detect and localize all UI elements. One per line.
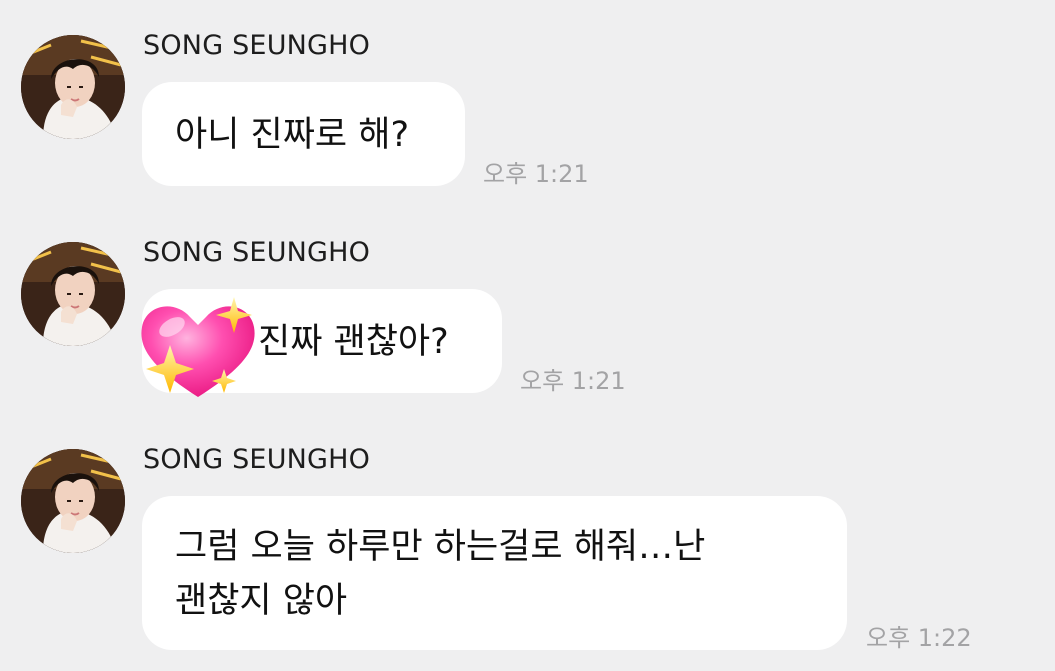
profile-photo-icon (21, 35, 125, 139)
sparkling-heart-emoji-icon (141, 297, 255, 397)
message-time: 오후 1:22 (866, 624, 972, 652)
message-text-line: 그럼 오늘 하루만 하는걸로 해줘…난 (175, 527, 706, 567)
message-bubble[interactable]: 진짜 괜찮아? (141, 289, 502, 397)
message-time: 오후 1:21 (483, 160, 589, 188)
message-text-line: 괜찮지 않아 (175, 581, 348, 621)
sender-name: SONG SEUNGHO (143, 444, 371, 475)
sender-name: SONG SEUNGHO (143, 237, 371, 268)
message-text: 아니 진짜로 해? (175, 115, 410, 155)
avatar[interactable] (21, 35, 125, 139)
avatar[interactable] (21, 449, 125, 553)
profile-photo-icon (21, 242, 125, 346)
message-bubble[interactable]: 아니 진짜로 해? (142, 82, 465, 186)
profile-photo-icon (21, 449, 125, 553)
avatar[interactable] (21, 242, 125, 346)
message-time: 오후 1:21 (520, 367, 626, 395)
sender-name: SONG SEUNGHO (143, 30, 371, 61)
message-bubble[interactable]: 그럼 오늘 하루만 하는걸로 해줘…난 괜찮지 않아 (142, 496, 847, 650)
message-text: 진짜 괜찮아? (258, 322, 449, 362)
